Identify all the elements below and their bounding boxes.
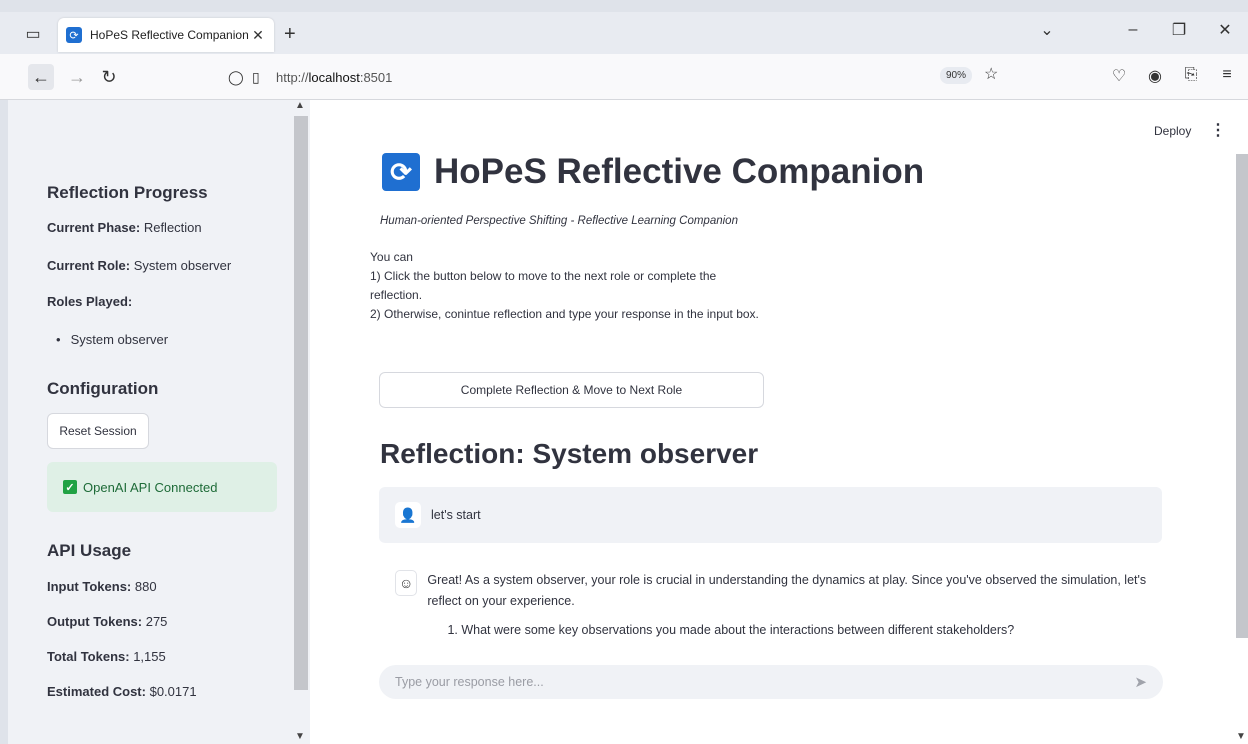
- bookmark-star-icon[interactable]: ☆: [984, 64, 998, 84]
- tab-list-icon[interactable]: ▭: [22, 23, 44, 45]
- deploy-button[interactable]: Deploy: [1154, 124, 1191, 138]
- sidebar-scrollbar[interactable]: ▲ ▼: [292, 100, 310, 744]
- browser-tab[interactable]: ⟳ HoPeS Reflective Companion ✕: [58, 18, 274, 52]
- complete-reflection-button[interactable]: Complete Reflection & Move to Next Role: [379, 372, 764, 408]
- reflection-heading: Reflection: System observer: [380, 438, 759, 469]
- favicon-icon: ⟳: [66, 27, 82, 43]
- more-options-icon[interactable]: ⋮: [1210, 120, 1226, 140]
- total-tokens: Total Tokens: 1,155: [47, 649, 166, 664]
- list-item: What were some key observations you made…: [461, 620, 1165, 641]
- close-tab-icon[interactable]: ✕: [250, 27, 266, 44]
- page-title: ⟳ HoPeS Reflective Companion: [382, 152, 924, 192]
- api-status-text: OpenAI API Connected: [83, 479, 218, 495]
- back-icon[interactable]: ←: [28, 64, 54, 90]
- assistant-message-body: Great! As a system observer, your role i…: [427, 570, 1165, 641]
- current-phase: Current Phase: Reflection: [47, 220, 202, 235]
- roles-played-item: System observer: [56, 332, 169, 347]
- window-controls: ⌄ – ❐ ✕: [1024, 20, 1248, 40]
- refresh-logo-icon: ⟳: [382, 153, 420, 191]
- reset-session-button[interactable]: Reset Session: [47, 413, 149, 449]
- instruction-line: 1) Click the button below to move to the…: [370, 269, 717, 302]
- instruction-line: You can: [370, 250, 413, 264]
- reload-icon[interactable]: ↻: [96, 64, 122, 90]
- chat-input[interactable]: [395, 675, 1135, 689]
- close-window-icon[interactable]: ✕: [1202, 20, 1248, 40]
- output-tokens: Output Tokens: 275: [47, 614, 168, 629]
- tab-title: HoPeS Reflective Companion: [90, 28, 249, 42]
- forward-icon[interactable]: →: [64, 64, 90, 90]
- restore-icon[interactable]: ❐: [1156, 20, 1202, 40]
- main-scroll-thumb[interactable]: [1236, 154, 1248, 638]
- account-icon[interactable]: ◉: [1144, 66, 1166, 86]
- url-bar[interactable]: ◯ ▯ http://localhost:8501: [218, 62, 1018, 92]
- scroll-up-icon[interactable]: ▲: [295, 100, 305, 111]
- api-usage-heading: API Usage: [47, 541, 132, 560]
- browser-nav-bar: ← → ↻ ◯ ▯ http://localhost:8501 90% ☆ ♡ …: [0, 54, 1248, 100]
- user-avatar-icon: 👤: [395, 502, 421, 528]
- chat-input-box[interactable]: ➤: [379, 665, 1163, 699]
- bot-avatar-icon: ☺: [395, 570, 418, 596]
- subtitle: Human-oriented Perspective Shifting - Re…: [380, 215, 738, 227]
- checkmark-icon: ✓: [63, 480, 77, 494]
- assistant-question-list: What were some key observations you made…: [427, 620, 1165, 641]
- instructions: You can 1) Click the button below to mov…: [370, 248, 760, 324]
- current-role: Current Role: System observer: [47, 258, 232, 273]
- user-chat-message: 👤 let's start: [379, 487, 1162, 543]
- api-status-box: ✓ OpenAI API Connected: [47, 462, 277, 512]
- new-tab-icon[interactable]: +: [284, 23, 296, 46]
- extensions-icon[interactable]: ⎘: [1180, 66, 1202, 86]
- reflection-progress-heading: Reflection Progress: [47, 183, 208, 202]
- assistant-message-text: Great! As a system observer, your role i…: [427, 573, 1147, 608]
- menu-icon[interactable]: ≡: [1216, 66, 1238, 86]
- estimated-cost: Estimated Cost: $0.0171: [47, 684, 197, 699]
- sidebar-scroll-thumb[interactable]: [294, 116, 308, 690]
- input-tokens: Input Tokens: 880: [47, 579, 157, 594]
- pocket-icon[interactable]: ♡: [1108, 66, 1130, 86]
- toolbar-right: ♡ ◉ ⎘ ≡: [1108, 66, 1238, 86]
- send-icon[interactable]: ➤: [1134, 673, 1147, 691]
- assistant-chat-message: ☺ Great! As a system observer, your role…: [395, 570, 1165, 641]
- roles-played-label: Roles Played:: [47, 294, 133, 309]
- title-text: HoPeS Reflective Companion: [434, 152, 925, 191]
- scroll-down-icon[interactable]: ▼: [295, 731, 305, 742]
- url-text[interactable]: http://localhost:8501: [276, 70, 392, 85]
- instruction-line: 2) Otherwise, conintue reflection and ty…: [370, 307, 759, 321]
- page-content: Reflection Progress Current Phase: Refle…: [8, 100, 1248, 744]
- configuration-heading: Configuration: [47, 379, 159, 398]
- sidebar: Reflection Progress Current Phase: Refle…: [8, 100, 302, 744]
- page-icon[interactable]: ▯: [252, 69, 270, 86]
- tab-overflow-chevron-icon[interactable]: ⌄: [1024, 20, 1070, 40]
- minimize-icon[interactable]: –: [1110, 21, 1156, 39]
- main-scrollbar[interactable]: ▼: [1234, 100, 1248, 744]
- user-message-text: let's start: [431, 508, 481, 522]
- shield-icon[interactable]: ◯: [228, 69, 246, 86]
- scroll-down-icon[interactable]: ▼: [1236, 731, 1246, 742]
- zoom-badge[interactable]: 90%: [940, 67, 973, 84]
- browser-tab-bar: ▭ ⟳ HoPeS Reflective Companion ✕ + ⌄ – ❐…: [0, 12, 1248, 54]
